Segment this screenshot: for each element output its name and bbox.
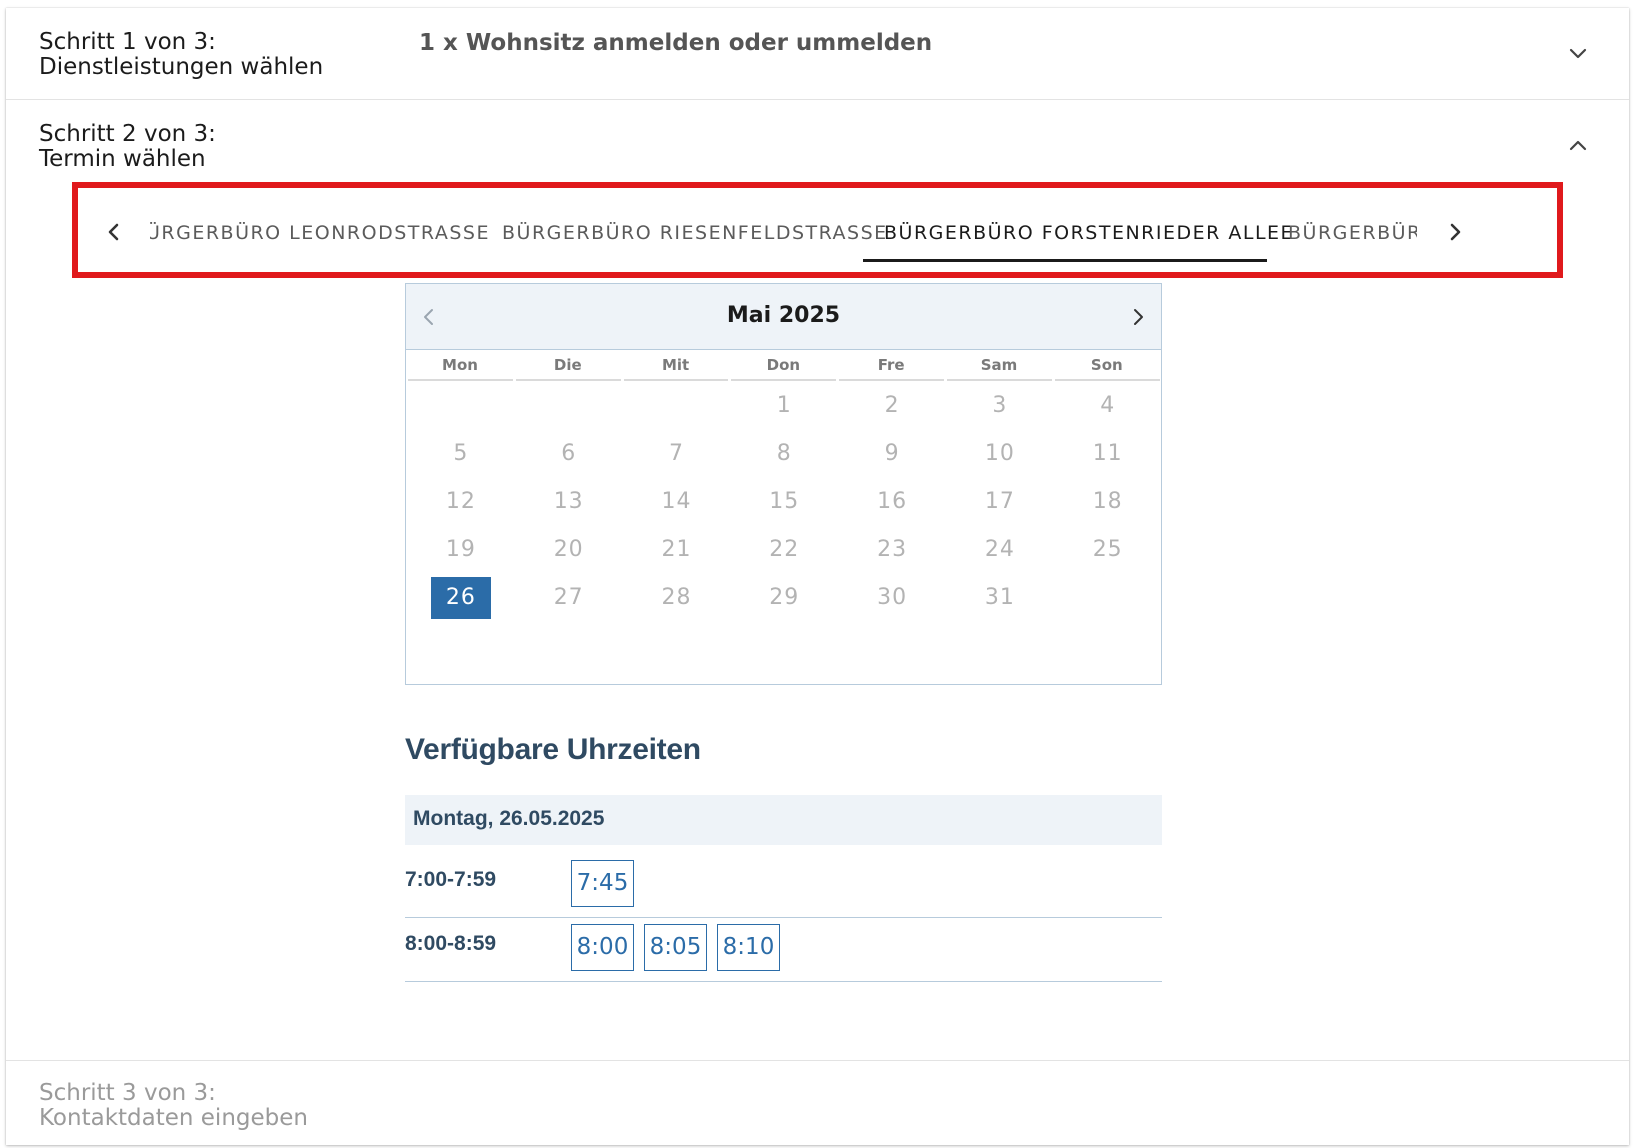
location-tabs: ÜRGERBÜRO LEONRODSTRASSE BÜRGERBÜRO RIES… xyxy=(78,188,1557,272)
calendar-day: 12 xyxy=(445,489,476,514)
calendar-day: 17 xyxy=(984,489,1015,514)
step-1-label: Schritt 1 von 3: Dienstleistungen wählen xyxy=(39,30,323,80)
step-1-summary: 1 x Wohnsitz anmelden oder ummelden xyxy=(419,30,933,56)
calendar-day: 5 xyxy=(453,441,469,466)
weekday-divider xyxy=(947,379,1052,381)
calendar-day: 24 xyxy=(984,537,1015,562)
tab-more[interactable]: BÜRGERBÜRO xyxy=(1288,222,1417,244)
available-times-title: Verfügbare Uhrzeiten xyxy=(405,733,701,766)
calendar-next-month-icon[interactable] xyxy=(1125,304,1151,330)
time-slot-button[interactable]: 8:00 xyxy=(571,924,634,971)
weekday-label: Don xyxy=(766,356,801,374)
calendar-day: 22 xyxy=(769,537,800,562)
calendar-day: 13 xyxy=(553,489,584,514)
calendar-day: 29 xyxy=(769,585,800,610)
calendar-day: 25 xyxy=(1092,537,1123,562)
weekday-label: Die xyxy=(553,356,582,374)
calendar-day: 23 xyxy=(877,537,908,562)
time-slot-button[interactable]: 8:10 xyxy=(717,924,780,971)
weekday-divider xyxy=(623,379,729,381)
calendar-day: 14 xyxy=(661,489,692,514)
step-3-header[interactable]: Schritt 3 von 3: Kontaktdaten eingeben xyxy=(6,1060,1629,1145)
calendar-day: 27 xyxy=(553,585,584,610)
step-3-label: Schritt 3 von 3: Kontaktdaten eingeben xyxy=(39,1081,308,1131)
weekday-divider xyxy=(1054,379,1160,381)
weekday-divider xyxy=(839,379,944,381)
step-3-title: Kontaktdaten eingeben xyxy=(39,1105,308,1131)
weekday-label: Sam xyxy=(980,356,1018,374)
calendar-weekdays: Mon Die Mit Don Fre Sam Son xyxy=(406,350,1161,382)
weekday-label: Fre xyxy=(877,356,905,374)
calendar-day-selected[interactable]: 26 xyxy=(430,577,491,619)
time-slot-button[interactable]: 8:05 xyxy=(644,924,707,971)
calendar-day: 19 xyxy=(445,537,476,562)
time-slot-button[interactable]: 7:45 xyxy=(571,860,634,907)
weekday-divider xyxy=(515,379,621,381)
calendar-day: 18 xyxy=(1092,489,1123,514)
chevron-left-icon[interactable] xyxy=(100,218,128,246)
calendar-day: 21 xyxy=(661,537,692,562)
calendar-month-title: Mai 2025 xyxy=(726,303,841,328)
calendar-day: 6 xyxy=(561,441,577,466)
location-tabs-highlight: ÜRGERBÜRO LEONRODSTRASSE BÜRGERBÜRO RIES… xyxy=(72,182,1563,278)
time-row: 7:00-7:59 7:45 xyxy=(405,854,1162,918)
weekday-label: Son xyxy=(1090,356,1123,374)
step-1-header[interactable]: Schritt 1 von 3: Dienstleistungen wählen… xyxy=(6,8,1629,100)
calendar-day: 15 xyxy=(769,489,800,514)
step-3-counter: Schritt 3 von 3: xyxy=(39,1080,216,1106)
calendar-day: 28 xyxy=(661,585,692,610)
selected-date-bar: Montag, 26.05.2025 xyxy=(405,795,1162,845)
calendar-day: 11 xyxy=(1092,441,1123,466)
tabs-viewport: ÜRGERBÜRO LEONRODSTRASSE BÜRGERBÜRO RIES… xyxy=(150,188,1417,272)
time-range-label: 8:00-8:59 xyxy=(405,932,497,955)
calendar-day: 7 xyxy=(669,441,684,466)
calendar-day: 1 xyxy=(776,393,792,418)
chevron-right-icon[interactable] xyxy=(1441,218,1469,246)
step-2-counter: Schritt 2 von 3: xyxy=(39,121,216,147)
weekday-label: Mit xyxy=(661,356,690,374)
calendar-day: 4 xyxy=(1100,393,1116,418)
step-2-title: Termin wählen xyxy=(39,146,206,172)
calendar-header: Mai 2025 xyxy=(406,284,1161,350)
time-row: 8:00-8:59 8:00 8:05 8:10 xyxy=(405,918,1162,982)
tab-leonrodstrasse[interactable]: ÜRGERBÜRO LEONRODSTRASSE xyxy=(150,222,490,244)
tab-forstenrieder-allee[interactable]: BÜRGERBÜRO FORSTENRIEDER ALLEE xyxy=(884,222,1294,244)
calendar-day: 10 xyxy=(984,441,1015,466)
selected-date-label: Montag, 26.05.2025 xyxy=(413,807,605,830)
weekday-divider xyxy=(408,379,513,381)
tab-riesenfeldstrasse[interactable]: BÜRGERBÜRO RIESENFELDSTRASSE xyxy=(502,222,888,244)
chevron-down-icon[interactable] xyxy=(1567,42,1589,64)
time-range-label: 7:00-7:59 xyxy=(405,868,497,891)
weekday-divider xyxy=(731,379,837,381)
calendar-day: 8 xyxy=(776,441,792,466)
calendar-day: 16 xyxy=(877,489,908,514)
step-2-label[interactable]: Schritt 2 von 3: Termin wählen xyxy=(39,122,216,172)
calendar-day: 9 xyxy=(884,441,900,466)
step-1-title: Dienstleistungen wählen xyxy=(39,54,324,80)
calendar: Mai 2025 Mon Die Mit Don Fre Sam Son 123456789… xyxy=(405,283,1162,685)
active-tab-indicator xyxy=(863,259,1267,262)
booking-panel: Schritt 1 von 3: Dienstleistungen wählen… xyxy=(6,8,1629,1145)
calendar-day: 2 xyxy=(884,393,900,418)
calendar-day: 3 xyxy=(992,393,1008,418)
calendar-day: 30 xyxy=(877,585,908,610)
step-1-counter: Schritt 1 von 3: xyxy=(39,29,216,55)
chevron-up-icon[interactable] xyxy=(1567,134,1589,156)
calendar-day: 20 xyxy=(553,537,584,562)
calendar-day: 31 xyxy=(984,585,1015,610)
weekday-label: Mon xyxy=(442,356,478,374)
